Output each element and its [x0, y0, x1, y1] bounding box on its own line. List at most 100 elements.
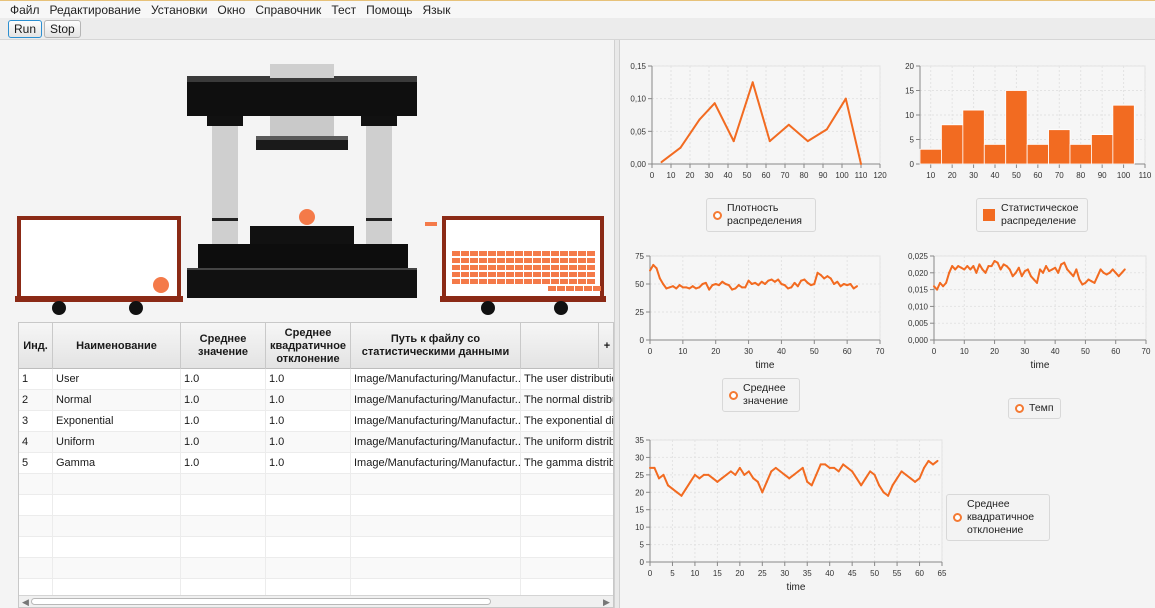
- stacked-part: [524, 279, 532, 284]
- table-row[interactable]: [19, 558, 613, 579]
- cell-path: [351, 558, 521, 579]
- column-menu-button[interactable]: +: [599, 323, 613, 369]
- x-tick-label: 40: [991, 171, 1000, 180]
- table-row[interactable]: [19, 474, 613, 495]
- scroll-left-icon[interactable]: ◀: [22, 596, 29, 607]
- histogram-bar: [941, 124, 964, 165]
- y-tick-label: 5: [640, 541, 645, 550]
- cell-name: [53, 558, 181, 579]
- stop-button[interactable]: Stop: [44, 19, 81, 38]
- table-header: Инд. Наименование Среднее значение Средн…: [19, 323, 613, 369]
- stacked-part: [452, 265, 460, 270]
- y-tick-label: 25: [635, 308, 644, 317]
- y-tick-label: 0,05: [630, 127, 646, 136]
- x-tick-label: 30: [780, 569, 789, 578]
- cell-mean: 1.0: [181, 453, 266, 474]
- table-row[interactable]: 3 Exponential 1.0 1.0 Image/Manufacturing/Ma…: [19, 411, 613, 432]
- cell-std: 1.0: [266, 369, 351, 390]
- table-row[interactable]: 1 User 1.0 1.0 Image/Manufacturing/Manufactu…: [19, 369, 613, 390]
- press-die: [250, 226, 354, 244]
- cell-std: 1.0: [266, 453, 351, 474]
- table-row[interactable]: 4 Uniform 1.0 1.0 Image/Manufacturing/Manufa…: [19, 432, 613, 453]
- stacked-part: [569, 279, 577, 284]
- input-cart-piece: [153, 277, 169, 293]
- stacked-part: [542, 258, 550, 263]
- table-row[interactable]: 2 Normal 1.0 1.0 Image/Manufacturing/Manufac…: [19, 390, 613, 411]
- menu-item[interactable]: Редактирование: [50, 3, 141, 17]
- stacked-part: [479, 258, 487, 263]
- legend-label: Темп: [1029, 402, 1054, 414]
- table-row[interactable]: [19, 495, 613, 516]
- toolbar: Run Stop: [0, 18, 1155, 40]
- cell-name: [53, 537, 181, 558]
- menu-item[interactable]: Установки: [151, 3, 207, 17]
- x-tick-label: 80: [1076, 171, 1085, 180]
- legend-label: Среднее квадратичное отклонение: [967, 498, 1035, 536]
- output-cart-wheel-left: [481, 301, 495, 315]
- cell-description: The normal distribu: [521, 390, 613, 411]
- table-row[interactable]: 5 Gamma 1.0 1.0 Image/Manufacturing/Manufact…: [19, 453, 613, 474]
- press-piston: [270, 116, 334, 136]
- stacked-part: [506, 272, 514, 277]
- x-tick-label: 40: [1051, 347, 1060, 356]
- y-tick-label: 50: [635, 280, 644, 289]
- header-std[interactable]: Среднее квадратичное отклонение: [266, 323, 351, 369]
- histogram-chart: 10 20 30 40 50 60 70 80 90 100 110 0 5 10 15 20: [905, 62, 1152, 180]
- stacked-part: [506, 258, 514, 263]
- stacked-part: [515, 265, 523, 270]
- cell-index: [19, 516, 53, 537]
- press-base: [187, 268, 417, 298]
- cell-index: 5: [19, 453, 53, 474]
- stacked-part: [461, 251, 469, 256]
- stacked-part: [479, 251, 487, 256]
- header-mean[interactable]: Среднее значение: [181, 323, 266, 369]
- menu-item[interactable]: Язык: [423, 3, 451, 17]
- header-path[interactable]: Путь к файлу со статистическими данными: [351, 323, 521, 369]
- cell-name: Normal: [53, 390, 181, 411]
- header-index[interactable]: Инд.: [19, 323, 53, 369]
- scroll-right-icon[interactable]: ▶: [603, 596, 610, 607]
- x-tick-label: 55: [893, 569, 902, 578]
- stacked-part: [506, 265, 514, 270]
- scroll-thumb[interactable]: [31, 598, 491, 605]
- cell-name: [53, 516, 181, 537]
- cell-description: [521, 537, 613, 558]
- menu-item[interactable]: Тест: [331, 3, 356, 17]
- histogram-legend: Статистическое распределение: [976, 198, 1088, 232]
- input-cart-base: [15, 296, 183, 302]
- cell-path: [351, 474, 521, 495]
- run-button[interactable]: Run: [8, 19, 43, 38]
- cell-index: [19, 495, 53, 516]
- table-row[interactable]: [19, 537, 613, 558]
- menu-item[interactable]: Помощь: [366, 3, 412, 17]
- stacked-part: [587, 265, 595, 270]
- horizontal-scrollbar[interactable]: ◀ ▶: [19, 595, 613, 607]
- y-tick-label: 0,000: [908, 336, 929, 345]
- x-tick-label: 40: [825, 569, 834, 578]
- x-tick-label: 100: [1117, 171, 1131, 180]
- x-tick-label: 10: [690, 569, 699, 578]
- cell-path: [351, 537, 521, 558]
- press-column-right-band: [366, 218, 392, 221]
- cell-index: 1: [19, 369, 53, 390]
- table-row[interactable]: [19, 516, 613, 537]
- stacked-part: [533, 251, 541, 256]
- menu-item[interactable]: Справочник: [255, 3, 321, 17]
- x-tick-label: 20: [686, 171, 695, 180]
- stacked-part: [542, 279, 550, 284]
- histogram-bar: [1069, 144, 1092, 165]
- stacked-part: [551, 258, 559, 263]
- x-tick-label: 60: [1033, 171, 1042, 180]
- cell-mean: [181, 516, 266, 537]
- header-name[interactable]: Наименование: [53, 323, 181, 369]
- x-tick-label: 60: [843, 347, 852, 356]
- y-tick-label: 0,025: [908, 252, 929, 261]
- menu-item[interactable]: Окно: [217, 3, 245, 17]
- input-cart-wheel-right: [129, 301, 143, 315]
- y-tick-label: 20: [905, 62, 914, 71]
- y-tick-label: 15: [905, 87, 914, 96]
- menu-item[interactable]: Файл: [10, 3, 40, 17]
- header-description[interactable]: [521, 323, 599, 369]
- x-tick-label: 25: [758, 569, 767, 578]
- cell-description: The exponential dis: [521, 411, 613, 432]
